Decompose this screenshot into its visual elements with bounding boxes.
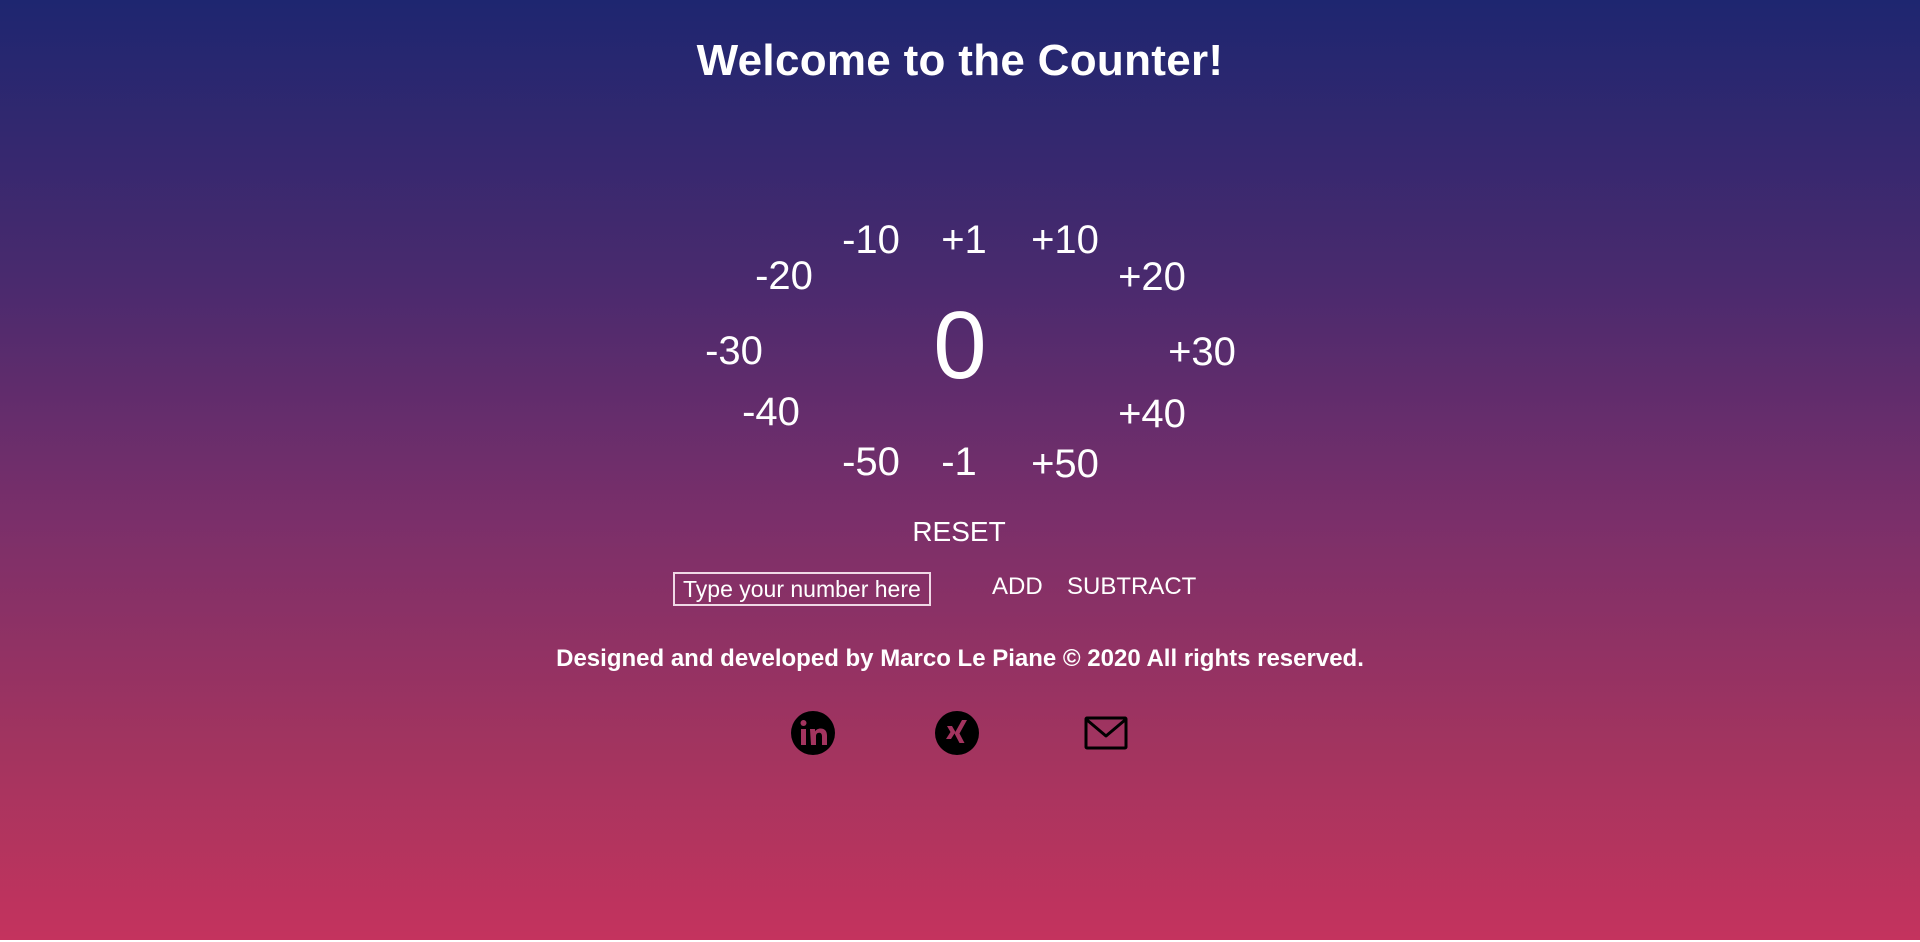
minus-50-button[interactable]: -50: [842, 442, 900, 482]
minus-30-button[interactable]: -30: [705, 331, 763, 371]
linkedin-icon[interactable]: [791, 711, 835, 755]
add-button[interactable]: ADD: [992, 573, 1043, 601]
minus-40-button[interactable]: -40: [742, 392, 800, 432]
minus-1-button[interactable]: -1: [941, 442, 977, 482]
minus-10-button[interactable]: -10: [842, 220, 900, 260]
counter-value: 0: [933, 292, 987, 399]
plus-10-button[interactable]: +10: [1031, 220, 1099, 260]
subtract-button[interactable]: SUBTRACT: [1067, 573, 1196, 601]
plus-1-button[interactable]: +1: [941, 220, 987, 260]
reset-button[interactable]: RESET: [912, 516, 1005, 548]
footer-credit: Designed and developed by Marco Le Piane…: [556, 645, 1364, 672]
minus-20-button[interactable]: -20: [755, 256, 813, 296]
plus-50-button[interactable]: +50: [1031, 444, 1099, 484]
plus-20-button[interactable]: +20: [1118, 257, 1186, 297]
counter-page: Welcome to the Counter! -10 +1 +10 -20 +…: [0, 0, 1920, 940]
number-input[interactable]: [673, 572, 931, 606]
xing-icon[interactable]: [935, 711, 979, 755]
mail-icon[interactable]: [1084, 711, 1128, 755]
plus-40-button[interactable]: +40: [1118, 394, 1186, 434]
plus-30-button[interactable]: +30: [1168, 332, 1236, 372]
page-title: Welcome to the Counter!: [696, 36, 1224, 85]
